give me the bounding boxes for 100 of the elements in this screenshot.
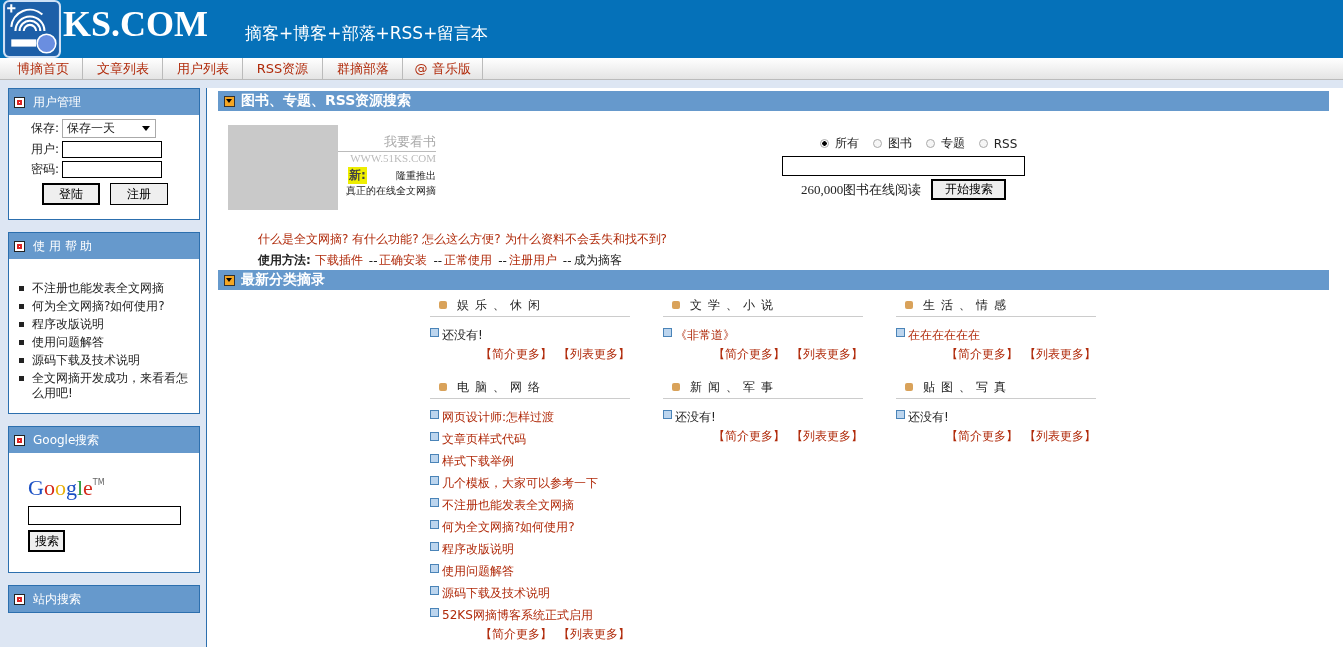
category-title: 娱 乐 、 休 闲 xyxy=(457,296,542,314)
nav-tab[interactable]: @ 音乐版 xyxy=(403,58,483,79)
bullet-icon xyxy=(19,376,24,381)
bullet-icon xyxy=(19,322,24,327)
arrow-bullet-icon xyxy=(672,383,680,391)
article-link[interactable]: 几个模板，大家可以参考一下 xyxy=(442,474,598,492)
google-search-field[interactable] xyxy=(28,506,181,525)
radio-label: RSS xyxy=(993,136,1018,151)
help-link[interactable]: 使用问题解答 xyxy=(32,335,104,350)
arrow-bullet-icon xyxy=(439,383,447,391)
step-separator: -- xyxy=(368,253,378,268)
promo-text: 隆重推出 xyxy=(396,168,436,183)
article-link[interactable]: 文章页样式代码 xyxy=(442,430,526,448)
usage-step-link[interactable]: 注册用户 xyxy=(508,252,557,269)
form-button[interactable]: 注册 xyxy=(110,183,168,205)
radio-label: 专题 xyxy=(940,135,965,152)
article-link[interactable]: 样式下载举例 xyxy=(442,452,514,470)
more-link[interactable]: 【列表更多】 xyxy=(791,429,863,443)
section-title: 最新分类摘录 xyxy=(241,271,325,289)
more-link[interactable]: 【简介更多】 xyxy=(946,347,1018,361)
more-link[interactable]: 【列表更多】 xyxy=(558,347,630,361)
help-link[interactable]: 全文网摘开发成功，来看看怎么用吧! xyxy=(32,371,191,401)
site-tagline: 摘客+博客+部落+RSS+留言本 xyxy=(245,21,489,45)
field-label: 保存: xyxy=(31,120,60,137)
article-link[interactable]: 源码下载及技术说明 xyxy=(442,584,550,602)
radio-button[interactable] xyxy=(872,139,882,148)
article-link[interactable]: 网页设计师:怎样过渡 xyxy=(442,408,555,426)
field-label: 密码: xyxy=(31,161,60,178)
category-title: 文 学 、 小 说 xyxy=(690,296,775,314)
empty-note: 还没有! xyxy=(442,326,483,344)
usage-step-link[interactable]: 正常使用 xyxy=(444,252,493,269)
radio-label: 图书 xyxy=(887,135,912,152)
help-link[interactable]: 何为全文网摘?如何使用? xyxy=(32,299,165,314)
panel-title: 使 用 帮 助 xyxy=(33,237,93,255)
usage-step-link[interactable]: 下载插件 xyxy=(314,252,363,269)
category-title: 新 闻 、 军 事 xyxy=(690,378,775,396)
article-link[interactable]: 使用问题解答 xyxy=(442,562,514,580)
radio-button[interactable] xyxy=(978,139,988,148)
radio-button[interactable] xyxy=(925,139,935,148)
panel-title: 用户管理 xyxy=(33,93,81,111)
article-link[interactable]: 52KS网摘博客系统正式启用 xyxy=(442,606,593,624)
help-link[interactable]: 不注册也能发表全文网摘 xyxy=(32,281,164,296)
help-link[interactable]: 程序改版说明 xyxy=(32,317,104,332)
password-field[interactable] xyxy=(62,161,163,178)
arrow-bullet-icon xyxy=(905,301,913,309)
list-bullet-icon xyxy=(430,497,439,507)
more-link[interactable]: 【列表更多】 xyxy=(558,627,630,641)
bullet-icon xyxy=(19,286,24,291)
search-button[interactable]: 搜索 xyxy=(28,530,65,552)
more-link[interactable]: 【简介更多】 xyxy=(713,347,785,361)
checklist-icon xyxy=(14,434,25,446)
usage-step-link[interactable]: 正确安装 xyxy=(379,252,428,269)
list-bullet-icon xyxy=(430,563,439,573)
arrow-bullet-icon xyxy=(905,383,913,391)
category-title: 生 活 、 情 感 xyxy=(923,296,1008,314)
nav-tab[interactable]: 博摘首页 xyxy=(3,58,83,79)
article-link[interactable]: 《非常道》 xyxy=(675,326,735,344)
new-badge: 新: xyxy=(348,167,367,184)
more-link[interactable]: 【列表更多】 xyxy=(1024,347,1096,361)
faq-link[interactable]: 什么是全文网摘? 有什么功能? 怎么这么方便? 为什么资料不会丢失和找不到? xyxy=(258,232,667,246)
more-link[interactable]: 【列表更多】 xyxy=(1024,429,1096,443)
article-link[interactable]: 程序改版说明 xyxy=(442,540,514,558)
duration-dropdown[interactable]: 保存一天 xyxy=(62,119,157,138)
list-bullet-icon xyxy=(663,327,672,337)
help-link[interactable]: 源码下载及技术说明 xyxy=(32,353,140,368)
category-title: 电 脑 、 网 络 xyxy=(457,378,542,396)
book-count-text: 260,000图书在线阅读 xyxy=(800,180,922,199)
article-link[interactable]: 何为全文网摘?如何使用? xyxy=(442,518,575,536)
more-link[interactable]: 【列表更多】 xyxy=(791,347,863,361)
bullet-icon xyxy=(19,340,24,345)
article-link[interactable]: 在在在在在在 xyxy=(908,326,980,344)
panel-title: 站内搜索 xyxy=(33,590,81,608)
list-bullet-icon xyxy=(430,541,439,551)
nav-tab[interactable]: 群摘部落 xyxy=(323,58,403,79)
form-button[interactable]: 登陆 xyxy=(42,183,100,205)
start-search-button[interactable]: 开始搜索 xyxy=(931,179,1007,200)
more-link[interactable]: 【简介更多】 xyxy=(480,627,552,641)
radio-button[interactable] xyxy=(819,139,829,148)
list-bullet-icon xyxy=(663,409,672,419)
book-search-field[interactable] xyxy=(782,156,1025,176)
nav-tab[interactable]: 文章列表 xyxy=(83,58,163,79)
empty-note: 还没有! xyxy=(675,408,716,426)
more-link[interactable]: 【简介更多】 xyxy=(480,347,552,361)
section-title: 图书、专题、RSS资源搜索 xyxy=(241,92,412,110)
field-label: 用户: xyxy=(31,141,60,158)
google-logo: Google xyxy=(28,475,93,501)
arrow-bullet-icon xyxy=(439,301,447,309)
bullet-icon xyxy=(19,358,24,363)
step-separator: -- xyxy=(562,253,572,268)
more-link[interactable]: 【简介更多】 xyxy=(713,429,785,443)
empty-note: 还没有! xyxy=(908,408,949,426)
article-link[interactable]: 不注册也能发表全文网摘 xyxy=(442,496,574,514)
usage-step: 成为摘客 xyxy=(573,252,622,269)
more-link[interactable]: 【简介更多】 xyxy=(946,429,1018,443)
nav-tab[interactable]: 用户列表 xyxy=(163,58,243,79)
username-field[interactable] xyxy=(62,141,163,158)
checklist-icon xyxy=(14,240,25,252)
collapse-icon xyxy=(224,95,235,107)
nav-tab[interactable]: RSS资源 xyxy=(243,58,323,79)
promo-title: 我要看书 xyxy=(338,133,436,152)
